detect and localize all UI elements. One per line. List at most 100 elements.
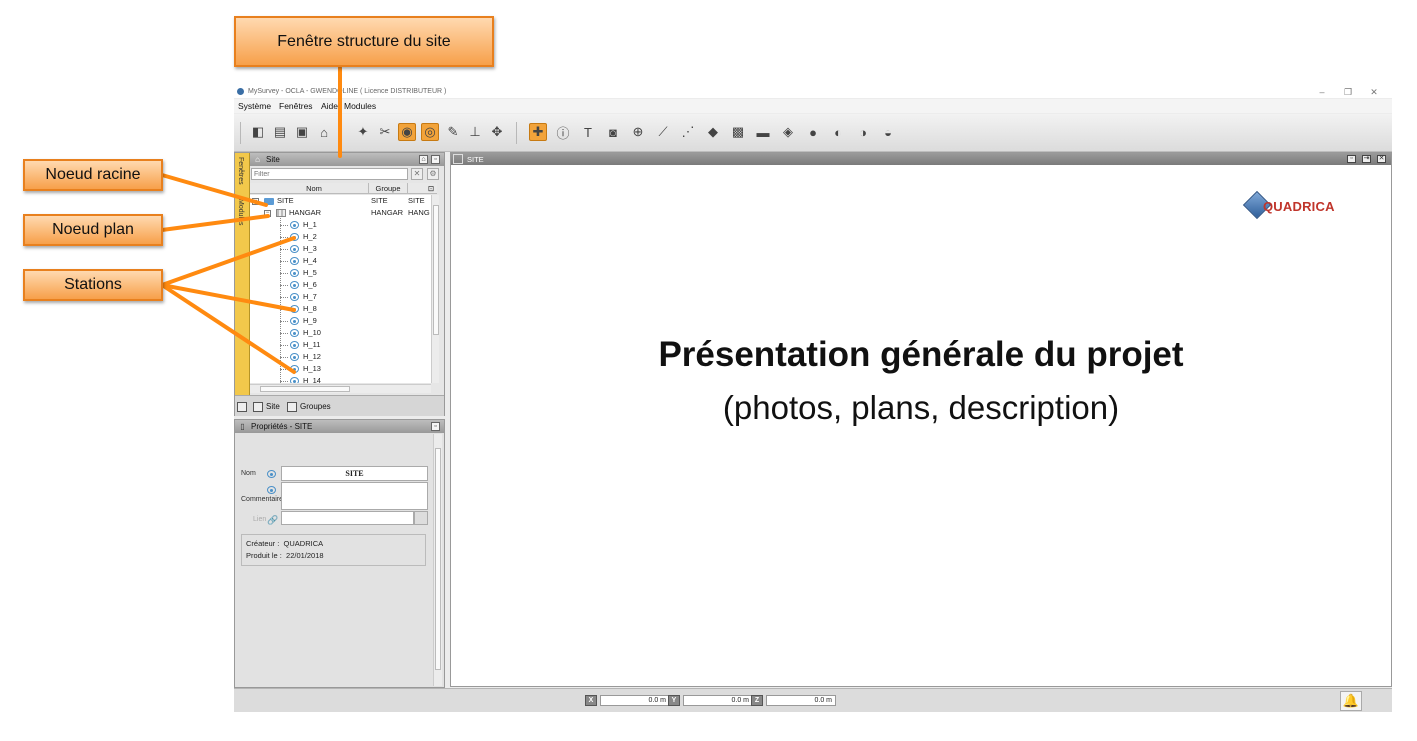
column-header-groupe[interactable]: Groupe (369, 184, 407, 193)
station-eye-icon[interactable] (290, 329, 299, 337)
restore-button[interactable]: ❐ (1338, 86, 1358, 98)
move-icon[interactable]: ✥ (488, 123, 506, 141)
panel-pin-icon[interactable] (237, 400, 250, 414)
properties-scrollbar[interactable] (433, 434, 442, 686)
column-divider[interactable] (407, 183, 408, 194)
tree-station-node[interactable]: H_11 (250, 339, 431, 351)
comment-field[interactable] (281, 482, 428, 510)
tree-station-node[interactable]: H_1 (250, 219, 431, 231)
station-eye-icon[interactable] (290, 365, 299, 373)
panel-maximize-button[interactable]: ▫ (431, 155, 440, 164)
minimize-button[interactable]: – (1312, 86, 1332, 98)
info-icon[interactable]: ⓘ (554, 123, 572, 141)
scroll-thumb[interactable] (433, 205, 439, 335)
eye-view-icon[interactable]: ◉ (398, 123, 416, 141)
collapse-icon[interactable]: − (264, 210, 271, 217)
presentation-icon[interactable]: ⌂ (315, 123, 333, 141)
station-eye-icon[interactable] (290, 221, 299, 229)
tree-station-node[interactable]: H_10 (250, 327, 431, 339)
station-eye-icon[interactable] (290, 269, 299, 277)
surface-icon[interactable]: ▩ (729, 123, 747, 141)
tree-station-node[interactable]: H_13 (250, 363, 431, 375)
station-eye-icon[interactable] (290, 281, 299, 289)
photo-icon[interactable]: ◙ (604, 123, 622, 141)
station-eye-icon[interactable] (290, 233, 299, 241)
link-icon: 🔗 (267, 515, 279, 525)
station-eye-icon[interactable] (290, 317, 299, 325)
tree-station-node[interactable]: H_7 (250, 291, 431, 303)
open-project-icon[interactable]: ◧ (249, 123, 267, 141)
column-header-nom[interactable]: Nom (270, 184, 358, 193)
layout-icon[interactable]: ▤ (271, 123, 289, 141)
close-button[interactable]: ✕ (1364, 86, 1384, 98)
collapse-icon[interactable]: − (252, 198, 259, 205)
plane-icon[interactable]: ◆ (704, 123, 722, 141)
station-eye-icon[interactable] (290, 305, 299, 313)
visibility-icon[interactable] (267, 486, 276, 494)
axis-icon[interactable]: ⊥ (466, 123, 484, 141)
tree-station-node[interactable]: H_12 (250, 351, 431, 363)
tab-groupes[interactable]: Groupes (287, 400, 331, 414)
tree-station-node[interactable]: H_2 (250, 231, 431, 243)
station-eye-icon[interactable] (290, 257, 299, 265)
panel-maximize-button[interactable]: ▫ (431, 422, 440, 431)
polyline-icon[interactable]: ⋰ (679, 123, 697, 141)
y-coordinate-field[interactable]: 0.0 m (683, 695, 753, 706)
tree-station-node[interactable]: H_3 (250, 243, 431, 255)
tools-icon[interactable]: ✂ (376, 123, 394, 141)
scroll-thumb[interactable] (260, 386, 350, 392)
sphere-icon[interactable]: ● (804, 123, 822, 141)
cone-icon[interactable]: ◑ (854, 123, 872, 141)
x-coordinate-field[interactable]: 0.0 m (600, 695, 670, 706)
magic-wand-icon[interactable]: ✦ (354, 123, 372, 141)
torus-icon[interactable]: ◒ (879, 123, 897, 141)
line-icon[interactable]: ⟋ (654, 123, 672, 141)
view-close-button[interactable]: ✕ (1377, 155, 1386, 163)
panel-home-button[interactable]: ⌂ (419, 155, 428, 164)
clear-filter-icon[interactable]: ✕ (411, 168, 423, 180)
browse-link-button[interactable] (414, 511, 428, 525)
menu-aide[interactable]: Aide (321, 101, 338, 111)
visibility-icon[interactable] (267, 470, 276, 478)
station-eye-icon[interactable] (290, 353, 299, 361)
tree-station-node[interactable]: H_5 (250, 267, 431, 279)
filter-input[interactable] (251, 168, 408, 180)
z-coordinate-field[interactable]: 0.0 m (766, 695, 836, 706)
tree-station-node[interactable]: H_4 (250, 255, 431, 267)
side-tab-modules[interactable]: Modules (237, 199, 244, 225)
menu-fenetres[interactable]: Fenêtres (279, 101, 313, 111)
tree-station-node[interactable]: H_8 (250, 303, 431, 315)
notification-bell-icon[interactable]: 🔔 (1340, 691, 1362, 711)
tab-site[interactable]: Site (253, 400, 280, 414)
side-tab-fenetres[interactable]: Fenêtres (237, 157, 244, 185)
filter-settings-icon[interactable]: ⚙ (427, 168, 439, 180)
station-eye-icon[interactable] (290, 245, 299, 253)
tree-vertical-scrollbar[interactable] (431, 195, 439, 383)
link-field[interactable] (281, 511, 414, 525)
select-target-icon[interactable]: ✚ (529, 123, 547, 141)
name-field[interactable]: SITE (281, 466, 428, 481)
target-icon[interactable]: ⊕ (629, 123, 647, 141)
station-eye-icon[interactable] (290, 341, 299, 349)
box-icon[interactable]: ▬ (754, 123, 772, 141)
tree-horizontal-scrollbar[interactable] (250, 384, 431, 393)
tree-plan-node[interactable]: − HANGAR HANGAR HANG (250, 207, 431, 219)
brush-icon[interactable]: ✎ (444, 123, 462, 141)
tree-station-node[interactable]: H_14 (250, 375, 431, 383)
column-chooser-icon[interactable]: ⊡ (426, 184, 436, 193)
slab-icon[interactable]: ◈ (779, 123, 797, 141)
camera-view-icon[interactable]: ◎ (421, 123, 439, 141)
tree-station-node[interactable]: H_6 (250, 279, 431, 291)
menu-modules[interactable]: Modules (344, 101, 376, 111)
tree-station-node[interactable]: H_9 (250, 315, 431, 327)
tree-root-node[interactable]: − SITE SITE SITE (250, 195, 431, 207)
view-maximize-button[interactable]: ▫ (1347, 155, 1356, 163)
menu-systeme[interactable]: Système (238, 101, 271, 111)
view-3d-icon[interactable]: ▣ (293, 123, 311, 141)
view-detach-button[interactable]: ⇥ (1362, 155, 1371, 163)
station-eye-icon[interactable] (290, 293, 299, 301)
station-eye-icon[interactable] (290, 377, 299, 383)
scroll-thumb[interactable] (435, 448, 441, 670)
cylinder-icon[interactable]: ◐ (829, 123, 847, 141)
text-icon[interactable]: T (579, 123, 597, 141)
